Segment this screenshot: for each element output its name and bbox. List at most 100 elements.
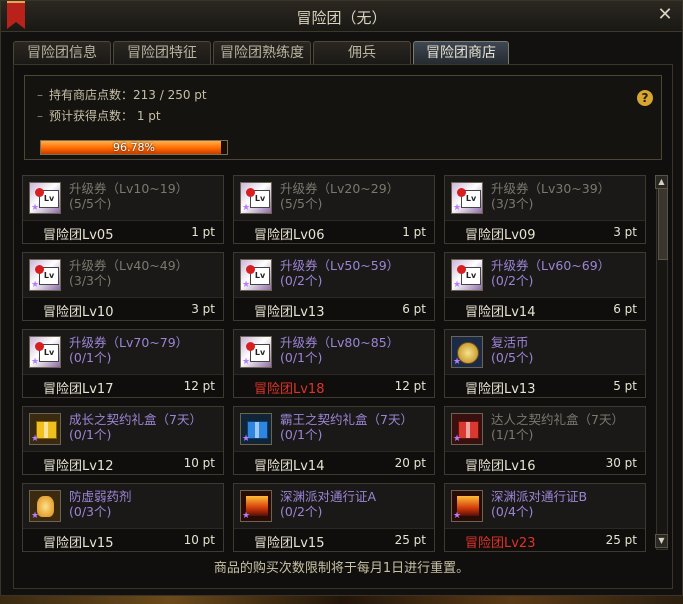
item-purchase-count: (5/5个) <box>280 196 323 211</box>
item-name: 深渊派对通行证B <box>491 489 588 504</box>
item-purchase-count: (0/1个) <box>280 427 323 442</box>
expected-points-row: – 预计获得点数： 1 pt <box>37 109 161 123</box>
ticket-lv-mark: Lv <box>35 265 59 285</box>
item-cost: 20 pt <box>394 456 426 470</box>
tab-team-info[interactable]: 冒险团信息 <box>13 41 111 64</box>
shop-item-card[interactable]: Lv ★ 升级券（Lv30~39） (3/3个) 冒险团Lv09 3 pt <box>444 175 646 244</box>
item-cost: 10 pt <box>183 456 215 470</box>
scroll-down-button[interactable]: ▼ <box>655 534 668 548</box>
shop-item-card[interactable]: Lv ★ 升级券（Lv80~85） (0/1个) 冒险团Lv18 12 pt <box>233 329 435 398</box>
item-cost: 3 pt <box>613 225 637 239</box>
ticket-icon: Lv ★ <box>240 336 272 368</box>
ticket-lv-mark: Lv <box>246 265 270 285</box>
expected-points-text: 预计获得点数： 1 pt <box>49 109 161 123</box>
scrollbar-track[interactable] <box>656 175 668 550</box>
item-footer: 冒险团Lv12 10 pt <box>23 451 223 474</box>
shop-item-card[interactable]: ★ 深渊派对通行证B (0/4个) 冒险团Lv23 25 pt <box>444 483 646 552</box>
tab-mercenary[interactable]: 佣兵 <box>313 41 411 64</box>
star-icon: ★ <box>453 357 462 367</box>
item-name: 升级券（Lv60~69） <box>491 258 611 273</box>
gift-box-shape <box>458 421 479 439</box>
item-purchase-count: (0/4个) <box>491 504 534 519</box>
item-cost: 5 pt <box>613 379 637 393</box>
required-team-level: 冒险团Lv15 <box>254 536 325 551</box>
item-footer: 冒险团Lv23 25 pt <box>445 528 645 551</box>
ticket-lv-mark: Lv <box>457 188 481 208</box>
item-purchase-count: (5/5个) <box>69 196 112 211</box>
star-icon: ★ <box>242 357 251 367</box>
item-name: 成长之契约礼盒（7天） <box>69 412 202 427</box>
item-name: 霸王之契约礼盒（7天） <box>280 412 413 427</box>
potion-icon: ★ <box>29 490 61 522</box>
star-icon: ★ <box>31 357 40 367</box>
shop-item-card[interactable]: Lv ★ 升级券（Lv40~49） (3/3个) 冒险团Lv10 3 pt <box>22 252 224 321</box>
shop-item-card[interactable]: ★ 深渊派对通行证A (0/2个) 冒险团Lv15 25 pt <box>233 483 435 552</box>
shop-item-card[interactable]: Lv ★ 升级券（Lv10~19） (5/5个) 冒险团Lv05 1 pt <box>22 175 224 244</box>
required-team-level: 冒险团Lv14 <box>254 459 325 474</box>
required-team-level: 冒险团Lv16 <box>465 459 536 474</box>
item-footer: 冒险团Lv18 12 pt <box>234 374 434 397</box>
ticket-icon: Lv ★ <box>451 182 483 214</box>
item-footer: 冒险团Lv13 6 pt <box>234 297 434 320</box>
item-footer: 冒险团Lv06 1 pt <box>234 220 434 243</box>
ticket-icon: Lv ★ <box>240 182 272 214</box>
title-bar: 冒险团（无） ✕ <box>1 1 682 32</box>
shop-item-card[interactable]: ★ 防虚弱药剂 (0/3个) 冒险团Lv15 10 pt <box>22 483 224 552</box>
shop-item-card[interactable]: ★ 霸王之契约礼盒（7天） (0/1个) 冒险团Lv14 20 pt <box>233 406 435 475</box>
tab-team-shop[interactable]: 冒险团商店 <box>413 41 509 64</box>
item-purchase-count: (0/3个) <box>69 504 112 519</box>
star-icon: ★ <box>453 511 462 521</box>
star-icon: ★ <box>242 511 251 521</box>
shop-item-card[interactable]: ★ 复活币 (0/5个) 冒险团Lv13 5 pt <box>444 329 646 398</box>
shop-item-card[interactable]: Lv ★ 升级券（Lv70~79） (0/1个) 冒险团Lv17 12 pt <box>22 329 224 398</box>
tab-team-proficiency[interactable]: 冒险团熟练度 <box>213 41 311 64</box>
item-cost: 1 pt <box>191 225 215 239</box>
close-icon[interactable]: ✕ <box>656 6 674 24</box>
star-icon: ★ <box>31 434 40 444</box>
item-purchase-count: (0/1个) <box>280 350 323 365</box>
item-footer: 冒险团Lv14 6 pt <box>445 297 645 320</box>
pass-icon: ★ <box>451 490 483 522</box>
ticket-icon: Lv ★ <box>29 259 61 291</box>
gold-gift-icon: ★ <box>29 413 61 445</box>
item-purchase-count: (0/1个) <box>69 350 112 365</box>
game-background-strip <box>0 596 683 604</box>
shop-item-card[interactable]: ★ 达人之契约礼盒（7天） (1/1个) 冒险团Lv16 30 pt <box>444 406 646 475</box>
shop-item-card[interactable]: ★ 成长之契约礼盒（7天） (0/1个) 冒险团Lv12 10 pt <box>22 406 224 475</box>
star-icon: ★ <box>31 511 40 521</box>
adventure-team-window: 冒险团（无） ✕ 冒险团信息 冒险团特征 冒险团熟练度 佣兵 冒险团商店 – 持有… <box>0 0 683 596</box>
required-team-level: 冒险团Lv15 <box>43 536 114 551</box>
ticket-lv-mark: Lv <box>246 188 270 208</box>
item-name: 升级券（Lv50~59） <box>280 258 400 273</box>
item-name: 升级券（Lv40~49） <box>69 258 189 273</box>
ticket-icon: Lv ★ <box>29 336 61 368</box>
tab-team-traits[interactable]: 冒险团特征 <box>113 41 211 64</box>
scrollbar-thumb[interactable] <box>658 178 668 260</box>
shop-item-card[interactable]: Lv ★ 升级券（Lv20~29） (5/5个) 冒险团Lv06 1 pt <box>233 175 435 244</box>
item-purchase-count: (0/5个) <box>491 350 534 365</box>
scroll-up-button[interactable]: ▲ <box>655 175 668 189</box>
ticket-lv-mark: Lv <box>35 188 59 208</box>
item-cost: 25 pt <box>605 533 637 547</box>
item-footer: 冒险团Lv16 30 pt <box>445 451 645 474</box>
star-icon: ★ <box>242 434 251 444</box>
gift-box-shape <box>36 421 57 439</box>
shop-item-card[interactable]: Lv ★ 升级券（Lv60~69） (0/2个) 冒险团Lv14 6 pt <box>444 252 646 321</box>
item-cost: 12 pt <box>394 379 426 393</box>
shop-item-card[interactable]: Lv ★ 升级券（Lv50~59） (0/2个) 冒险团Lv13 6 pt <box>233 252 435 321</box>
star-icon: ★ <box>242 280 251 290</box>
item-footer: 冒险团Lv17 12 pt <box>23 374 223 397</box>
item-cost: 12 pt <box>183 379 215 393</box>
item-name: 防虚弱药剂 <box>69 489 132 504</box>
star-icon: ★ <box>453 434 462 444</box>
item-cost: 3 pt <box>191 302 215 316</box>
item-footer: 冒险团Lv14 20 pt <box>234 451 434 474</box>
item-name: 深渊派对通行证A <box>280 489 377 504</box>
item-purchase-count: (3/3个) <box>491 196 534 211</box>
required-team-level: 冒险团Lv13 <box>254 305 325 320</box>
item-footer: 冒险团Lv13 5 pt <box>445 374 645 397</box>
help-icon[interactable]: ? <box>637 90 653 106</box>
item-purchase-count: (1/1个) <box>491 427 534 442</box>
held-points-row: – 持有商店点数：213 / 250 pt <box>37 88 207 102</box>
item-cost: 6 pt <box>402 302 426 316</box>
